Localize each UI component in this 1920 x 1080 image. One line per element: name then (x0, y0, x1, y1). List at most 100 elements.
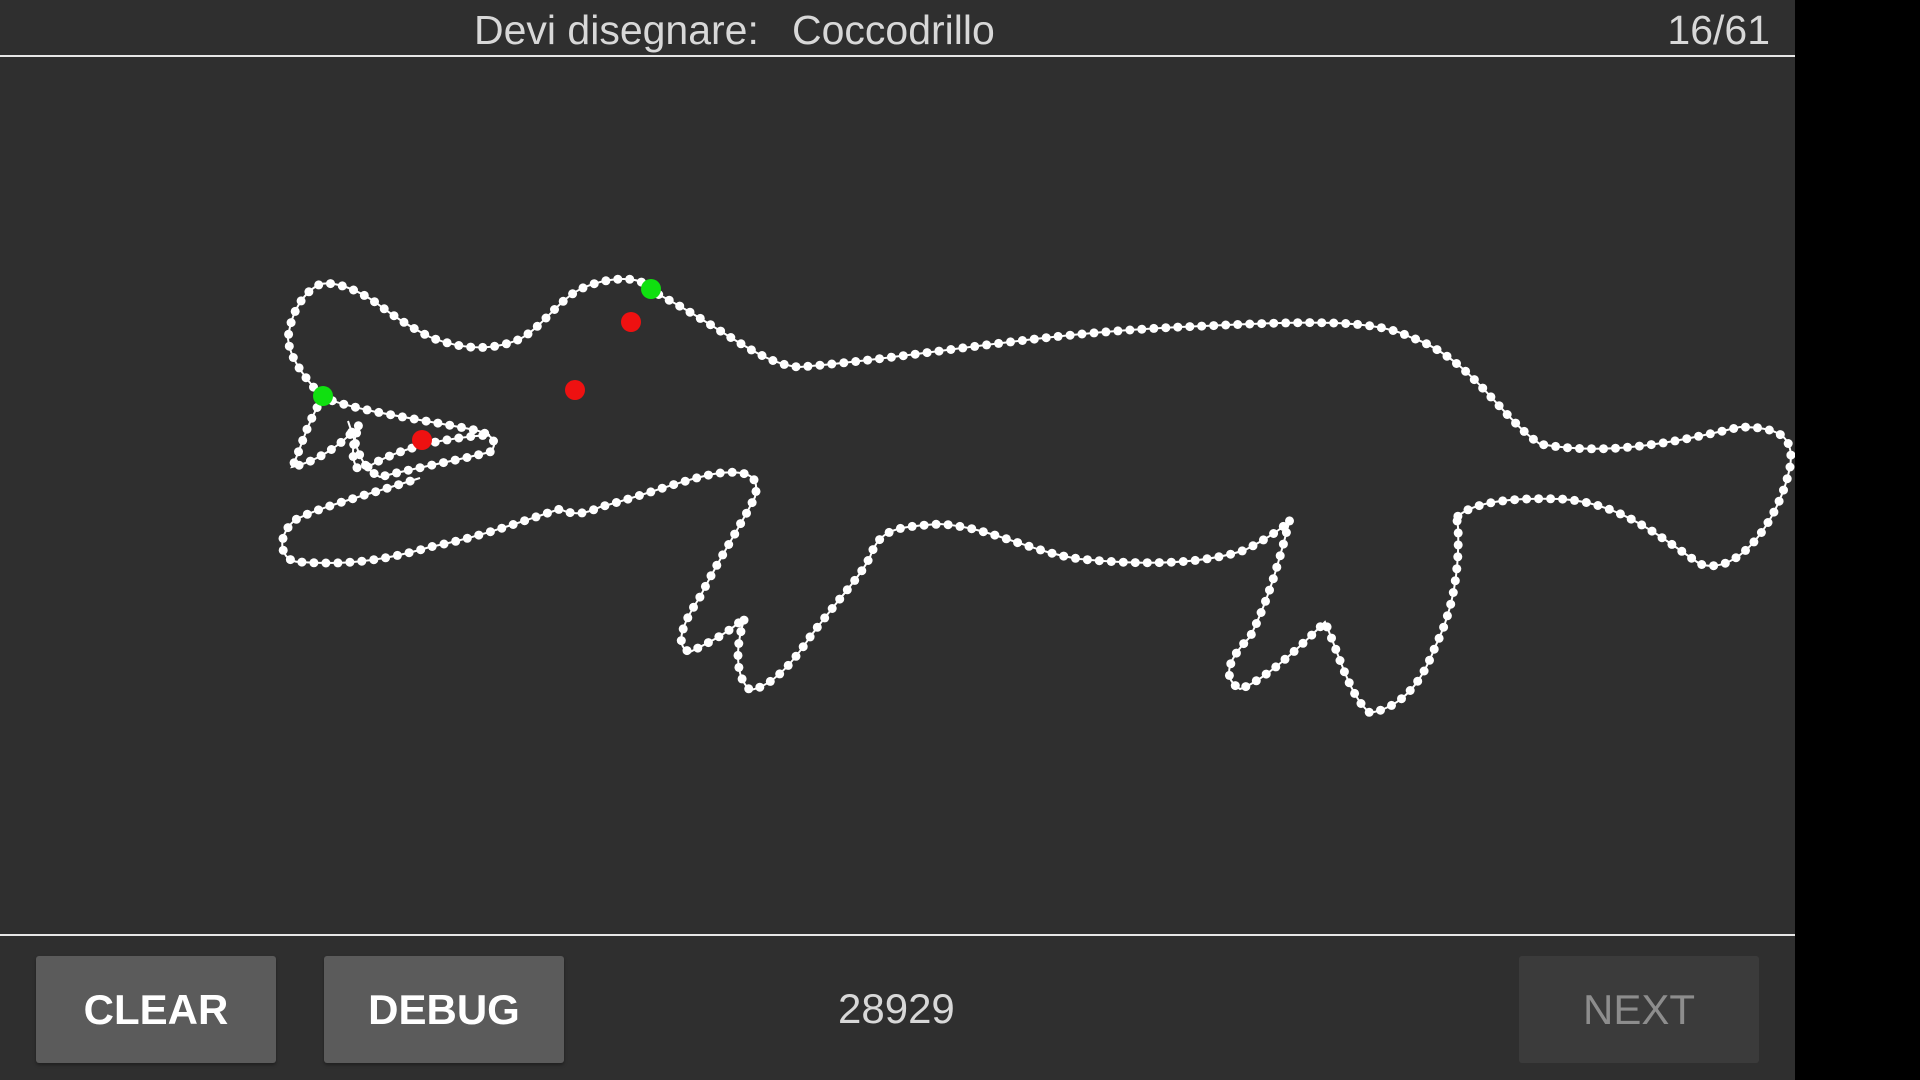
stroke-point (1202, 554, 1212, 564)
stroke-point (1658, 438, 1668, 448)
stroke-point (706, 320, 715, 330)
stroke-point (1047, 548, 1057, 558)
drawing-surface[interactable] (0, 57, 1795, 934)
debug-button[interactable]: DEBUG (324, 956, 564, 1063)
stroke-point (1694, 431, 1704, 441)
stroke-point (307, 413, 317, 423)
stroke-point (736, 339, 746, 349)
stroke-point (1113, 326, 1123, 336)
stroke-point (325, 501, 335, 511)
stroke-point (600, 501, 610, 511)
stroke-point (744, 684, 754, 694)
stroke-point (1376, 705, 1385, 715)
stroke-point (1065, 330, 1075, 340)
stroke-point (439, 458, 448, 468)
stroke-point (523, 329, 533, 339)
stroke-point (1233, 320, 1243, 329)
stroke-end-marker (565, 380, 585, 400)
stroke-point (474, 530, 484, 540)
drawing-canvas[interactable] (0, 57, 1795, 934)
stroke-point (1717, 426, 1727, 436)
stroke-point (863, 556, 873, 565)
stroke-point (703, 638, 713, 648)
stroke-point (427, 460, 437, 470)
stroke-point (421, 416, 431, 426)
stroke-point (1388, 326, 1398, 335)
stroke-point (982, 340, 992, 350)
stroke-point (442, 338, 452, 348)
stroke-point (601, 276, 611, 286)
stroke-start-marker (641, 279, 661, 299)
stroke-point (1519, 426, 1529, 436)
stroke-point (321, 558, 331, 568)
stroke-point (466, 432, 476, 441)
stroke-point (1697, 560, 1707, 569)
stroke-point (1709, 561, 1719, 571)
stroke-point (1269, 529, 1279, 538)
stroke-point (1017, 336, 1027, 345)
stroke-point (1775, 430, 1785, 440)
stroke-point (1024, 541, 1034, 551)
stroke-point (727, 467, 737, 477)
stroke-point (739, 615, 749, 625)
stroke-point (382, 483, 392, 493)
stroke-point (1137, 324, 1147, 334)
stroke-point (1432, 345, 1442, 355)
stroke-point (1269, 318, 1279, 328)
stroke-point (384, 451, 394, 461)
stroke-point (286, 318, 296, 328)
stroke-point (875, 535, 885, 545)
stroke-point (1013, 538, 1023, 548)
stroke-point (1528, 434, 1538, 444)
next-button[interactable]: NEXT (1519, 956, 1759, 1063)
stroke-point (457, 422, 466, 432)
stroke-point (1251, 676, 1261, 686)
stroke-point (990, 530, 1000, 540)
stroke-point (284, 329, 294, 339)
stroke-point (1071, 553, 1080, 563)
header-bar: Devi disegnare: Coccodrillo 16/61 (0, 0, 1795, 57)
stroke-point (706, 571, 716, 581)
stroke-point (1248, 541, 1258, 551)
clear-button[interactable]: CLEAR (36, 956, 276, 1063)
stroke-point (1558, 494, 1568, 504)
stroke-point (1261, 669, 1271, 679)
stroke-point (513, 335, 523, 345)
stroke-point (779, 359, 789, 369)
stroke-point (427, 542, 437, 551)
stroke-point (1729, 424, 1739, 433)
stroke-point (946, 345, 956, 354)
app-window: Devi disegnare: Coccodrillo 16/61 CLEAR … (0, 0, 1795, 1080)
stroke-point (1344, 678, 1354, 688)
stroke-point (381, 553, 391, 563)
stroke-point (1647, 526, 1657, 536)
stroke-point (415, 463, 425, 473)
stroke-point (1130, 558, 1140, 568)
stroke-point (462, 453, 472, 462)
stroke-point (1783, 439, 1793, 448)
stroke-point (1154, 558, 1164, 568)
stroke-point (683, 613, 693, 623)
stroke-point (431, 334, 441, 344)
stroke-point (1289, 646, 1299, 656)
stroke-point (1246, 629, 1256, 639)
stroke-point (1185, 322, 1195, 332)
stroke-point (775, 669, 785, 679)
stroke-point (1434, 633, 1444, 643)
stroke-point (1268, 574, 1278, 584)
stroke-point (1581, 498, 1591, 507)
stroke-point (409, 414, 419, 424)
stroke-point (682, 646, 692, 656)
stroke-point (693, 643, 703, 653)
stroke-point (1278, 539, 1288, 549)
stroke-point (433, 418, 443, 428)
stroke-point (1209, 321, 1219, 331)
stroke-point (1682, 434, 1692, 444)
stroke-point (1720, 558, 1730, 568)
stroke-point (755, 682, 765, 692)
prompt-word: Coccodrillo (792, 7, 995, 53)
stroke-point (349, 285, 358, 295)
stroke-point (309, 558, 319, 568)
stroke-point (1413, 676, 1423, 686)
stroke-point (1623, 442, 1632, 452)
